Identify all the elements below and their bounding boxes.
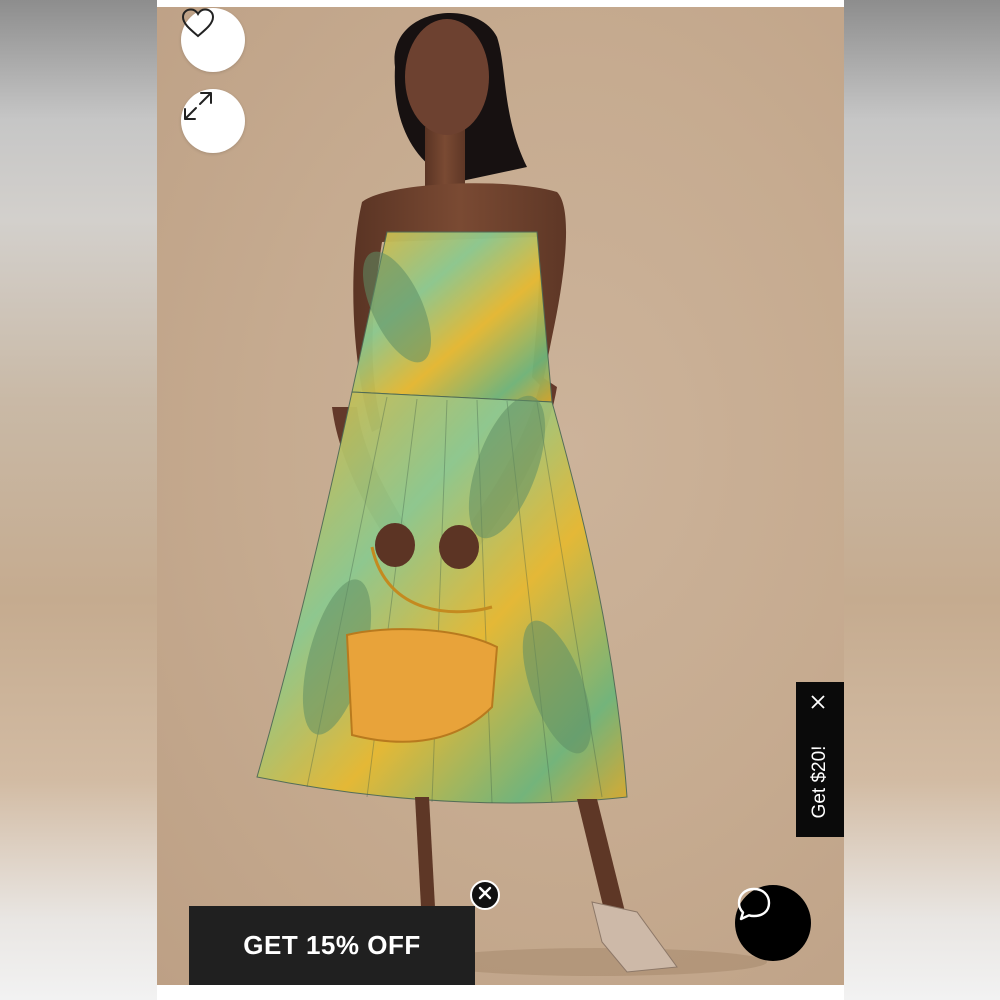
blurred-backdrop-left <box>0 0 157 1000</box>
expand-image-button[interactable] <box>181 89 245 153</box>
model-illustration <box>256 12 767 976</box>
blurred-backdrop-right <box>844 0 1000 1000</box>
side-tab-label: Get $20! <box>809 745 830 819</box>
product-image-frame: Get $20! GET 15% OFF <box>157 0 844 1000</box>
close-icon <box>478 886 492 905</box>
favorite-button[interactable] <box>181 8 245 72</box>
discount-banner[interactable]: GET 15% OFF <box>189 906 475 985</box>
discount-banner-text: GET 15% OFF <box>243 930 421 960</box>
product-photo[interactable]: Get $20! <box>157 7 844 985</box>
chat-button[interactable] <box>735 885 811 961</box>
get-20-side-tab[interactable]: Get $20! <box>796 682 844 837</box>
close-icon[interactable] <box>810 694 830 714</box>
close-banner-button[interactable] <box>470 880 500 910</box>
